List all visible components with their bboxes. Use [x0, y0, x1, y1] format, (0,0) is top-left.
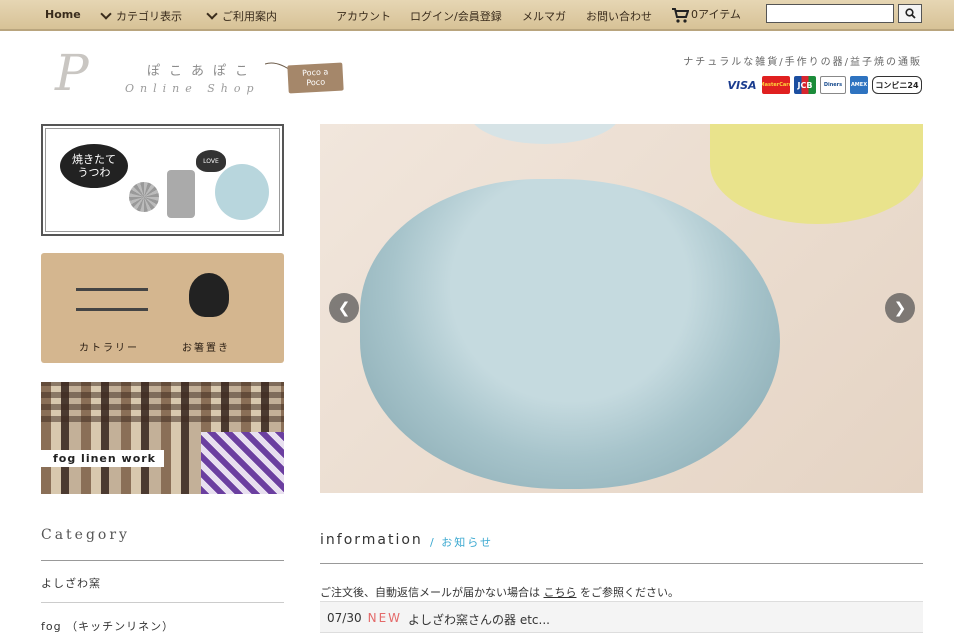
convenience-store-icon: コンビニ24 — [872, 76, 922, 94]
banner-fog-linen-work[interactable]: fog linen work — [41, 382, 284, 494]
cart-icon — [672, 7, 689, 23]
cart-count: 0アイテム — [691, 8, 741, 21]
fork-icon — [76, 288, 148, 291]
linen-pattern — [41, 382, 284, 422]
spoon-icon — [76, 308, 148, 311]
banner-cutlery[interactable]: カトラリー お箸置き — [41, 253, 284, 363]
plate-icon — [167, 170, 195, 218]
logo-tag-line2: Poco — [306, 77, 326, 88]
nav-login[interactable]: ログイン/会員登録 — [410, 8, 502, 24]
hero-slider: ❮ ❯ — [320, 124, 923, 493]
information-title: information — [320, 532, 423, 548]
slider-prev-button[interactable]: ❮ — [329, 293, 359, 323]
search-input[interactable] — [766, 4, 894, 23]
site-tagline: ナチュラルな雑貨/手作りの器/益子焼の通販 — [683, 57, 922, 68]
notice-before: ご注文後、自動返信メールが届かない場合は — [320, 586, 540, 599]
logo-letter: P — [55, 44, 89, 102]
information-divider — [320, 563, 923, 564]
teapot-icon — [189, 273, 229, 317]
chopstick-rest-label: お箸置き — [182, 343, 230, 354]
top-nav-bar: Home カテゴリ表示 ご利用案内 アカウント ログイン/会員登録 メルマガ お… — [0, 0, 954, 31]
nav-guide[interactable]: ご利用案内 — [206, 8, 277, 24]
category-item-yoshizawa[interactable]: よしざわ窯 — [41, 575, 101, 591]
logo-en-name: Online Shop — [125, 82, 260, 95]
purple-linen — [201, 432, 284, 494]
nav-account[interactable]: アカウント — [336, 8, 391, 24]
news-new-badge: NEW — [367, 611, 403, 625]
category-divider — [41, 602, 284, 603]
search-button[interactable] — [898, 4, 922, 23]
chevron-down-icon — [206, 8, 218, 20]
heart-icon: LOVE — [196, 150, 226, 172]
notice-link[interactable]: こちら — [544, 586, 577, 599]
diners-icon: Diners — [820, 76, 846, 94]
category-title: Category — [41, 527, 130, 543]
news-text: よしざわ窯さんの器 etc... — [408, 613, 550, 627]
blue-bowl-image — [360, 179, 780, 489]
nav-guide-label: ご利用案内 — [222, 10, 277, 23]
nav-home[interactable]: Home — [45, 8, 81, 21]
nav-category-label: カテゴリ表示 — [116, 10, 182, 23]
payment-methods: VISA MasterCard JCB Diners AMEX コンビニ24 — [726, 76, 922, 94]
notice-after: をご参照ください。 — [580, 586, 679, 599]
banner-yakitate-utsuwa[interactable]: 焼きたてうつわ LOVE — [41, 124, 284, 236]
nav-cart[interactable]: 0アイテム — [672, 6, 741, 23]
bird-dish-icon — [215, 164, 269, 220]
yellow-cup — [710, 124, 923, 224]
visa-icon: VISA — [727, 78, 757, 92]
notice-text: ご注文後、自動返信メールが届かない場合は こちら をご参照ください。 — [320, 584, 679, 600]
nav-category[interactable]: カテゴリ表示 — [100, 8, 182, 24]
speech-bubble: 焼きたてうつわ — [60, 144, 128, 188]
nav-mailmag[interactable]: メルマガ — [522, 8, 566, 24]
mastercard-icon: MasterCard — [762, 76, 790, 94]
logo-tag-line1: Poco a — [301, 67, 329, 78]
news-item[interactable]: 07/30 NEW よしざわ窯さんの器 etc... — [320, 601, 923, 633]
jcb-icon: JCB — [794, 76, 816, 94]
amex-icon: AMEX — [850, 76, 868, 94]
news-date: 07/30 — [327, 611, 362, 625]
fog-linen-label: fog linen work — [41, 450, 164, 467]
logo-tag: Poco a Poco — [287, 62, 344, 94]
category-item-fog[interactable]: fog （キッチンリネン） — [41, 618, 174, 634]
nav-contact[interactable]: お問い合わせ — [586, 8, 652, 24]
chevron-down-icon — [100, 8, 112, 20]
slider-next-button[interactable]: ❯ — [885, 293, 915, 323]
information-subtitle: / お知らせ — [430, 536, 493, 549]
search-icon — [904, 8, 916, 19]
category-divider — [41, 560, 284, 561]
site-logo[interactable]: P ぽこあぽこ Online Shop Poco a Poco — [55, 44, 355, 108]
logo-jp-name: ぽこあぽこ — [147, 64, 258, 79]
flower-bowl-icon — [129, 182, 159, 212]
bowl-background — [470, 124, 620, 144]
cutlery-label: カトラリー — [79, 343, 139, 354]
